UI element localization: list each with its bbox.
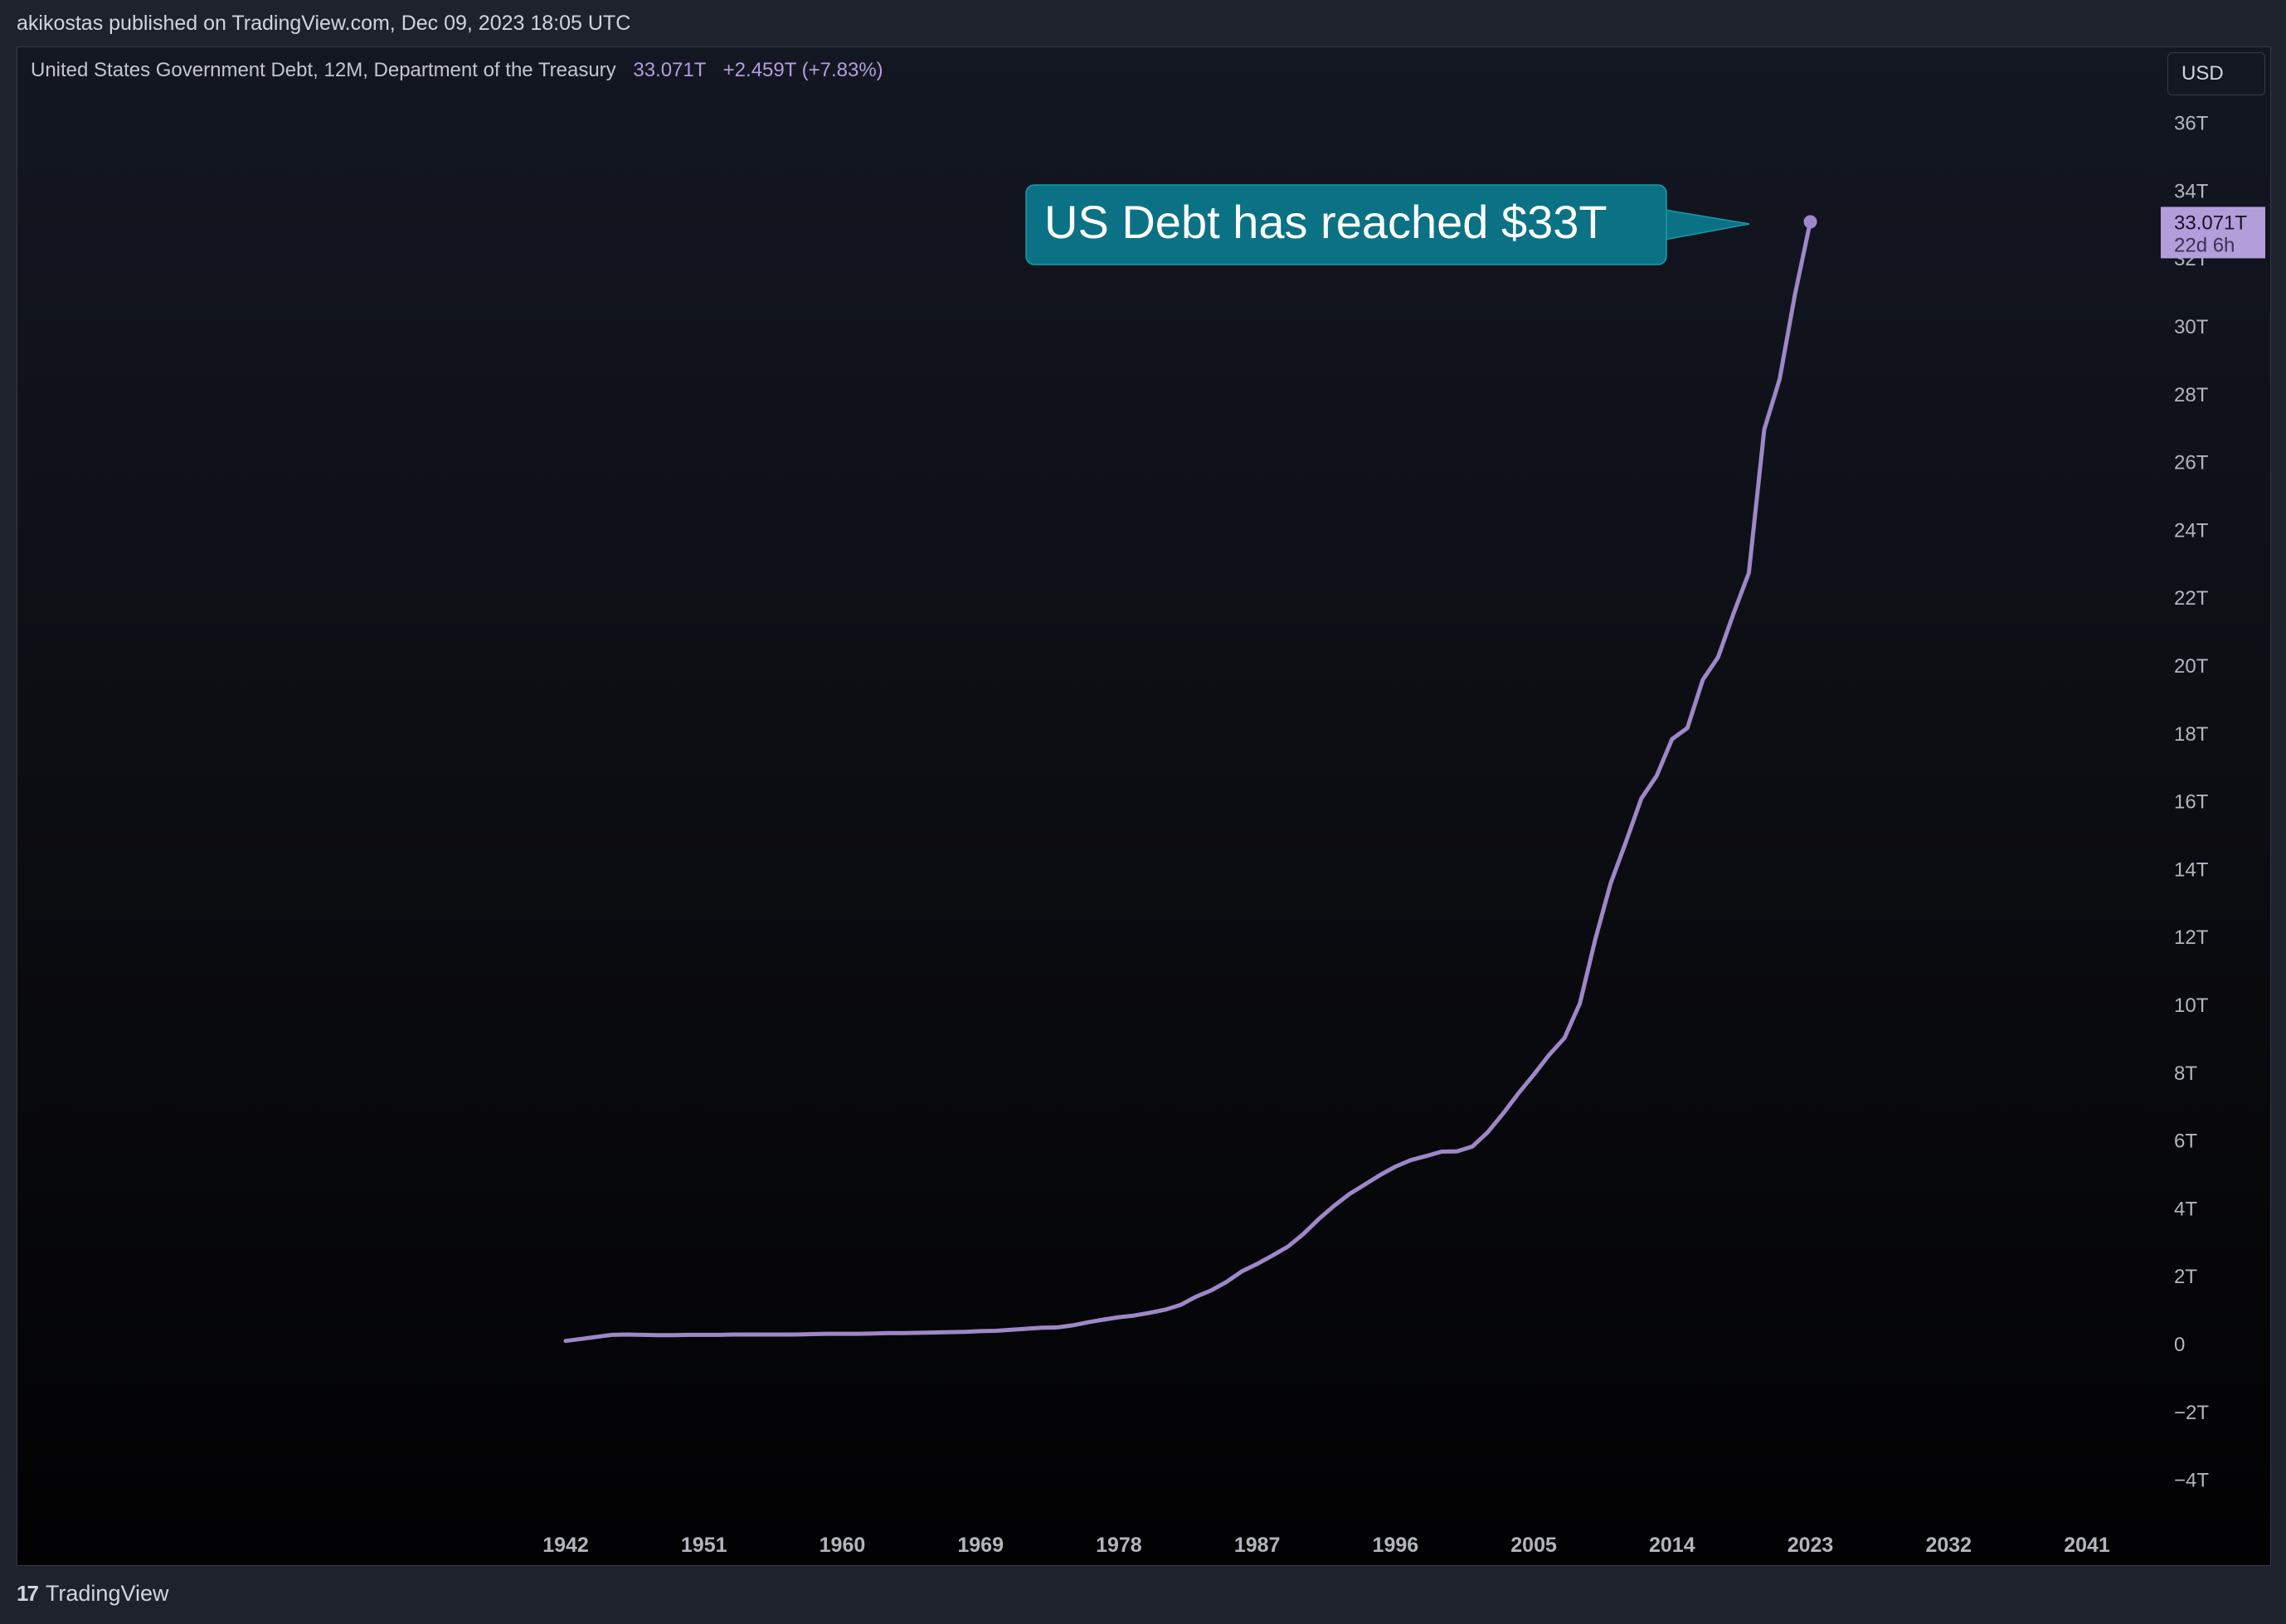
chart-legend[interactable]: United States Government Debt, 12M, Depa… xyxy=(31,59,883,82)
publisher-line: akikostas published on TradingView.com, … xyxy=(17,12,631,35)
chart-plot[interactable]: 36T34T32T30T28T26T24T22T20T18T16T14T12T1… xyxy=(17,47,2270,1565)
x-tick-label: 2005 xyxy=(1510,1534,1557,1557)
y-tick-label: 26T xyxy=(2174,452,2209,474)
y-tick-label: 24T xyxy=(2174,519,2209,542)
x-tick-label: 1960 xyxy=(820,1534,866,1557)
x-tick-label: 1942 xyxy=(542,1534,589,1557)
y-tick-label: 6T xyxy=(2174,1130,2197,1153)
y-tick-label: 14T xyxy=(2174,858,2209,881)
y-tick-label: 18T xyxy=(2174,723,2209,746)
tradingview-logo-icon: 17 xyxy=(17,1581,39,1606)
chart-frame[interactable]: 36T 34T 32T 30T 28T 26T 24T 22T 20T 18T 16T 14T 12T 1… xyxy=(17,46,2271,1566)
callout-pointer xyxy=(1664,209,1750,241)
callout-text: US Debt has reached $33T xyxy=(1044,196,1607,248)
x-tick-label: 1987 xyxy=(1234,1534,1281,1557)
y-tick-label: 36T xyxy=(2174,113,2209,135)
y-tick-label: −2T xyxy=(2174,1402,2209,1424)
y-tick-label: 10T xyxy=(2174,994,2209,1017)
y-tick-label: 0 xyxy=(2174,1334,2185,1356)
y-tick-label: 34T xyxy=(2174,180,2209,202)
y-tick-label: 2T xyxy=(2174,1266,2197,1288)
last-price-value: 33.071T xyxy=(2174,212,2247,234)
y-tick-label: 28T xyxy=(2174,384,2209,406)
y-tick-label: 4T xyxy=(2174,1198,2197,1220)
y-tick-label: 20T xyxy=(2174,655,2209,678)
x-tick-label: 1978 xyxy=(1096,1534,1142,1557)
x-tick-label: 2023 xyxy=(1787,1534,1834,1557)
x-tick-label: 1996 xyxy=(1373,1534,1419,1557)
legend-change: +2.459T (+7.83%) xyxy=(722,59,883,81)
footer[interactable]: 17 TradingView xyxy=(17,1581,169,1607)
y-tick-label: 16T xyxy=(2174,791,2209,814)
y-tick-label: 8T xyxy=(2174,1062,2197,1085)
y-tick-label: 30T xyxy=(2174,316,2209,338)
y-tick-label: −4T xyxy=(2174,1470,2209,1492)
x-tick-label: 2014 xyxy=(1649,1534,1695,1557)
footer-brand: TradingView xyxy=(45,1581,169,1606)
y-tick-label: 22T xyxy=(2174,587,2209,610)
x-tick-label: 1969 xyxy=(957,1534,1004,1557)
currency-button[interactable]: USD xyxy=(2167,52,2265,95)
y-tick-label: 12T xyxy=(2174,926,2209,949)
last-point-marker[interactable] xyxy=(1803,215,1817,229)
legend-title: United States Government Debt, 12M, Depa… xyxy=(31,59,616,81)
bar-countdown: 22d 6h xyxy=(2174,234,2235,256)
x-tick-label: 2041 xyxy=(2064,1534,2110,1557)
x-tick-label: 2032 xyxy=(1925,1534,1972,1557)
x-tick-label: 1951 xyxy=(681,1534,727,1557)
series-line[interactable] xyxy=(563,219,1812,1344)
legend-value: 33.071T xyxy=(633,59,706,81)
